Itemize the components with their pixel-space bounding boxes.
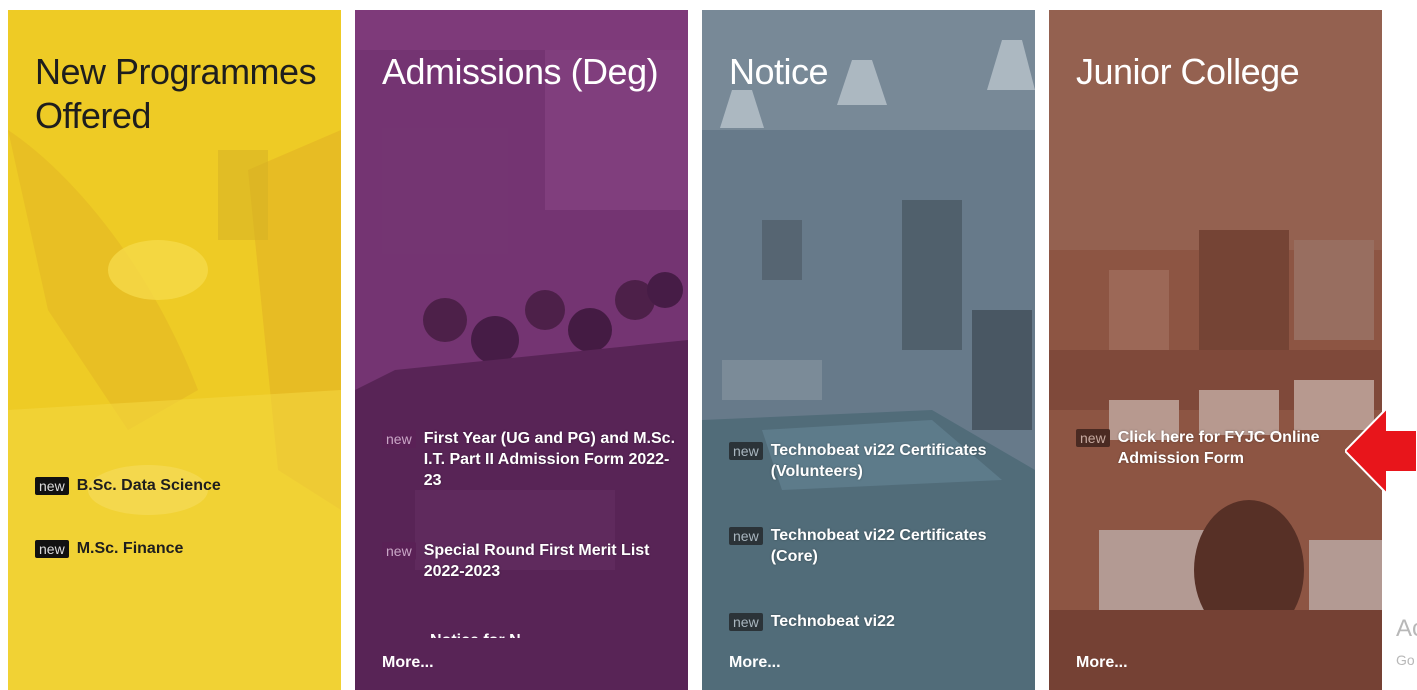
card-admissions: Admissions (Deg) new First Year (UG and …	[355, 10, 688, 690]
card-title: Junior College	[1076, 51, 1300, 92]
new-badge: new	[729, 442, 763, 460]
list-item[interactable]: new B.Sc. Data Science	[35, 475, 331, 496]
list-item[interactable]: new Special Round First Merit List 2022-…	[382, 540, 678, 582]
new-badge: new	[729, 527, 763, 545]
more-link[interactable]: More...	[729, 654, 781, 672]
side-text-line-1: Ac	[1396, 615, 1417, 642]
item-link[interactable]: Special Round First Merit List 2022-2023	[424, 540, 678, 582]
item-link[interactable]: Technobeat vi22 Certificates (Volunteers…	[771, 440, 1025, 482]
new-badge: new	[35, 477, 69, 495]
new-badge: new	[35, 540, 69, 558]
more-link[interactable]: More...	[382, 654, 434, 672]
item-link[interactable]: Technobeat vi22 Certificates (Core)	[771, 525, 1025, 567]
item-link[interactable]: M.Sc. Finance	[77, 538, 184, 559]
card-title: Notice	[729, 51, 829, 92]
red-arrow-icon	[1345, 408, 1417, 494]
list-item[interactable]: new Technobeat vi22 Certificates (Core)	[729, 525, 1025, 567]
card-title: New Programmes Offered	[35, 51, 317, 136]
list-item[interactable]: new Technobeat vi22 Certificates (Volunt…	[729, 440, 1025, 482]
item-link[interactable]: First Year (UG and PG) and M.Sc. I.T. Pa…	[424, 428, 678, 491]
item-link[interactable]: Click here for FYJC Online Admission For…	[1118, 427, 1372, 469]
item-link[interactable]: Technobeat vi22	[771, 611, 895, 632]
partial-list-item[interactable]: Notice for N...	[430, 630, 600, 638]
new-badge: new	[729, 613, 763, 631]
list-item[interactable]: new Technobeat vi22	[729, 611, 1025, 632]
list-item[interactable]: new M.Sc. Finance	[35, 538, 331, 559]
side-text-line-2: Go	[1396, 652, 1415, 668]
new-badge: new	[382, 430, 416, 448]
new-badge: new	[1076, 429, 1110, 447]
card-junior-college: Junior College new Click here for FYJC O…	[1049, 10, 1382, 690]
list-item[interactable]: new Click here for FYJC Online Admission…	[1076, 427, 1372, 469]
more-link[interactable]: More...	[1076, 654, 1128, 672]
list-item[interactable]: new First Year (UG and PG) and M.Sc. I.T…	[382, 428, 678, 491]
new-badge: new	[382, 542, 416, 560]
item-link[interactable]: B.Sc. Data Science	[77, 475, 221, 496]
card-new-programmes: New Programmes Offered new B.Sc. Data Sc…	[8, 10, 341, 690]
card-notice: Notice new Technobeat vi22 Certificates …	[702, 10, 1035, 690]
card-title: Admissions (Deg)	[382, 51, 659, 92]
